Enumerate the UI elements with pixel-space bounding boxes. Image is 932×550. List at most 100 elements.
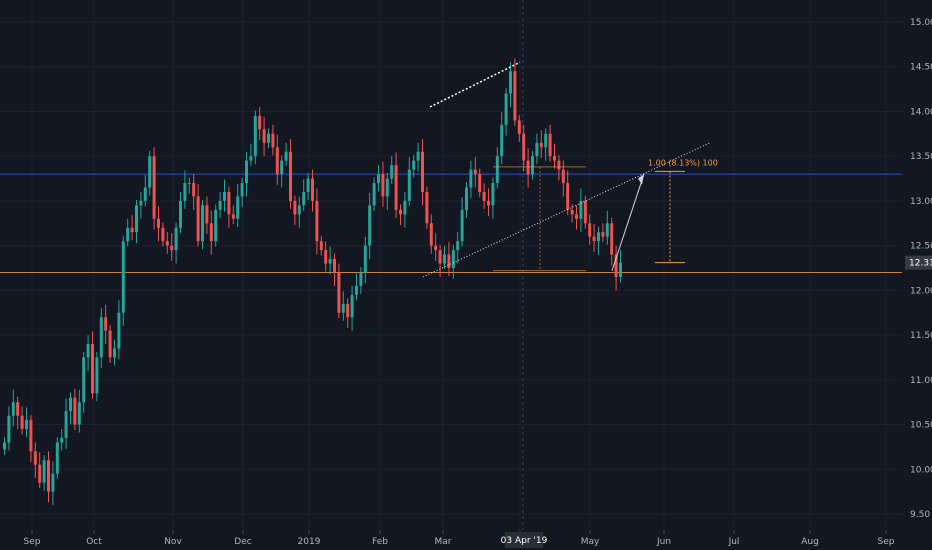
- candle-body: [240, 183, 244, 197]
- candle-body: [231, 214, 235, 219]
- candle-body: [513, 71, 517, 121]
- candle-body: [394, 165, 398, 210]
- candle-body: [20, 415, 24, 430]
- candle-body: [55, 442, 59, 474]
- candle-body: [51, 473, 55, 492]
- candle-body: [227, 191, 231, 215]
- candle-body: [421, 151, 424, 192]
- candle-body: [69, 397, 72, 412]
- candle-body: [170, 245, 174, 251]
- candle-body: [104, 317, 108, 331]
- candle-body: [495, 156, 499, 184]
- candle-body: [245, 160, 248, 184]
- candle-body: [535, 142, 539, 157]
- candle-body: [403, 200, 407, 215]
- candle-body: [64, 411, 68, 438]
- candle-body: [605, 223, 609, 237]
- candle-body: [504, 93, 508, 125]
- candle-body: [117, 312, 121, 349]
- candle-body: [271, 133, 275, 148]
- y-tick-label: 10.00: [910, 465, 932, 475]
- x-tick-label: Oct: [86, 537, 102, 547]
- candle-body: [443, 254, 446, 264]
- candle-body: [267, 133, 270, 143]
- candle-body: [377, 174, 380, 184]
- candle-body: [289, 151, 292, 201]
- candle-body: [544, 133, 548, 148]
- y-tick-label: 12.50: [910, 242, 932, 252]
- y-tick-label: 14.50: [910, 63, 932, 73]
- x-tick-label: Nov: [164, 537, 182, 547]
- y-tick-label: 14.00: [910, 107, 932, 117]
- candle-body: [372, 183, 376, 206]
- candle-body: [205, 205, 209, 224]
- x-tick-label: Jun: [656, 537, 671, 547]
- candle-body: [509, 71, 512, 94]
- candle-body: [416, 151, 420, 161]
- candle-body: [143, 187, 147, 201]
- candle-body: [165, 241, 169, 246]
- candle-body: [174, 227, 178, 251]
- candle-body: [553, 156, 556, 161]
- candle-body: [223, 191, 226, 201]
- candle-body: [209, 223, 213, 242]
- candle-body: [451, 250, 455, 268]
- candle-body: [275, 147, 279, 175]
- candle-body: [196, 196, 200, 242]
- candle-body: [258, 115, 262, 130]
- y-tick-label: 11.50: [910, 331, 932, 341]
- last-price-text: 12.31: [909, 259, 932, 269]
- candle-body: [284, 151, 288, 161]
- candle-body: [566, 183, 570, 210]
- candle-body: [99, 317, 103, 358]
- candle-body: [126, 227, 130, 242]
- candle-body: [280, 160, 284, 175]
- candle-body: [570, 209, 574, 215]
- candle-body: [95, 357, 99, 394]
- candle-body: [157, 218, 160, 228]
- candle-body: [47, 460, 50, 492]
- candle-body: [214, 209, 218, 242]
- candle-body: [465, 187, 468, 210]
- candle-body: [25, 420, 28, 430]
- candle-body: [42, 460, 46, 483]
- candle-body: [619, 262, 622, 277]
- candle-body: [262, 129, 266, 143]
- candle-body: [11, 402, 15, 416]
- y-tick-label: 11.00: [910, 376, 932, 386]
- candle-body: [456, 241, 460, 251]
- candle-body: [82, 357, 86, 403]
- candle-body: [341, 303, 345, 313]
- projection-label: 1.00 (8.13%) 100: [648, 158, 718, 167]
- candle-body: [297, 205, 301, 215]
- y-tick-label: 10.50: [910, 421, 932, 431]
- y-tick-label: 9.50: [910, 510, 930, 520]
- price-chart[interactable]: 1.00 (8.13%) 100 9.50 10.00 10.50 11.00 11.5…: [0, 0, 932, 550]
- candle-body: [108, 330, 112, 358]
- candle-body: [592, 236, 596, 242]
- y-tick-label: 12.00: [910, 286, 932, 296]
- x-tick-label: Feb: [372, 537, 388, 547]
- candle-body: [218, 200, 222, 210]
- candle-body: [539, 142, 543, 148]
- candle-body: [482, 191, 486, 201]
- candle-body: [7, 415, 11, 443]
- candle-body: [517, 120, 521, 134]
- y-tick-label: 13.00: [910, 197, 932, 207]
- candle-body: [478, 174, 482, 192]
- candle-body: [183, 183, 187, 201]
- candle-body: [130, 227, 134, 233]
- candle-body: [306, 178, 310, 192]
- candle-body: [575, 214, 578, 219]
- candle-body: [399, 209, 402, 215]
- candle-body: [315, 200, 319, 242]
- candle-body: [139, 200, 143, 206]
- candle-body: [135, 205, 138, 233]
- cursor-date-text: 03 Apr '19: [501, 536, 548, 546]
- candle-body: [355, 285, 358, 295]
- candle-body: [473, 169, 477, 175]
- candle-body: [610, 223, 614, 255]
- chart-background: [0, 0, 932, 550]
- candle-body: [425, 191, 429, 224]
- candle-body: [557, 160, 561, 170]
